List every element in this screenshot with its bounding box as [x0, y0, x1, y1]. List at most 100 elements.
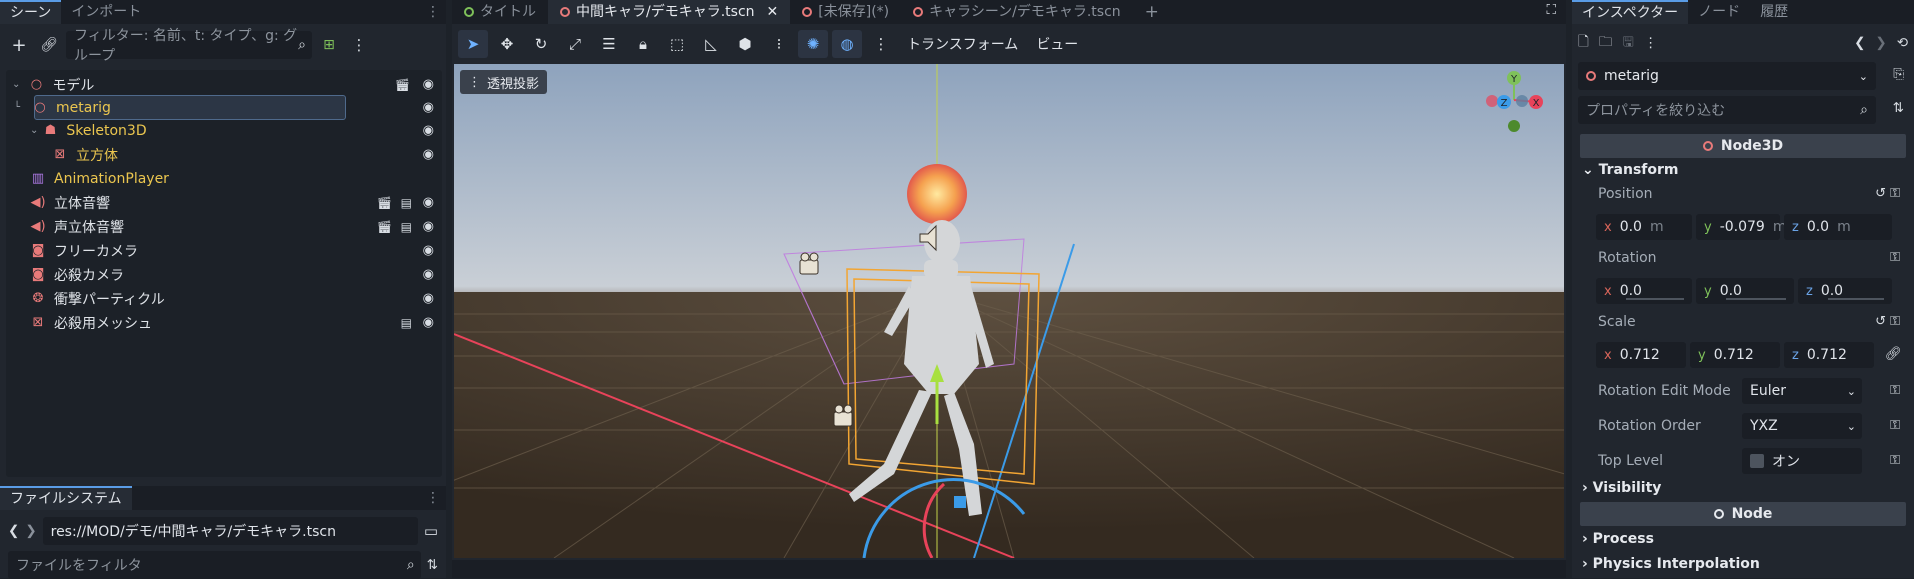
visibility-category[interactable]: › Visibility	[1582, 480, 1661, 496]
keyframe-icon[interactable]: ⚿	[1890, 453, 1900, 468]
3d-viewport[interactable]: ⋮ 透視投影 Y X Z	[454, 64, 1564, 558]
top-level-checkbox[interactable]: オン	[1742, 448, 1862, 474]
open-folder-icon[interactable]: 🗀︎	[1599, 32, 1613, 55]
z-plane-handle[interactable]	[954, 496, 966, 508]
eye-icon[interactable]: ◉	[423, 195, 434, 210]
close-icon[interactable]: ✕	[767, 0, 779, 24]
rotation-slider[interactable]	[1626, 298, 1684, 300]
tab-node[interactable]: ノード	[1688, 0, 1750, 24]
rotation-order-dropdown[interactable]: YXZ ⌄	[1742, 413, 1862, 439]
script-icon[interactable]: ▤	[401, 196, 412, 210]
rotate-tool-icon[interactable]: ↻	[526, 30, 556, 58]
script-icon[interactable]: ▤	[401, 220, 412, 234]
eye-icon[interactable]: ◉	[423, 267, 434, 282]
property-filter-input[interactable]: プロパティを絞り込む ⌕	[1578, 96, 1876, 124]
collapse-arrow-icon[interactable]: ⌄	[30, 125, 38, 136]
history-forward-icon[interactable]: ❯	[1875, 35, 1886, 51]
selectable-list-icon[interactable]: ☰	[594, 30, 624, 58]
layout-toggle-icon[interactable]: ▭	[424, 522, 438, 540]
revert-keyframe-icon[interactable]: ↺ ⚿	[1875, 314, 1900, 329]
environment-preview-icon[interactable]: ◍	[832, 30, 862, 58]
filesystem-path-field[interactable]: res://MOD/デモ/中間キャラ/デモキャラ.tscn	[42, 517, 418, 545]
position-x-field[interactable]: x 0.0 m	[1596, 214, 1692, 240]
scale-y-field[interactable]: y 0.712	[1690, 342, 1780, 368]
position-y-field[interactable]: y -0.079 m	[1696, 214, 1786, 240]
viewport-canvas[interactable]	[454, 64, 1564, 558]
clapperboard-icon[interactable]: 🎬︎	[377, 196, 392, 210]
forward-icon[interactable]: ❯	[25, 523, 36, 539]
eye-icon[interactable]: ◉	[423, 77, 434, 92]
save-icon[interactable]: 🖫︎	[1622, 32, 1634, 55]
keyframe-icon[interactable]: ⚿	[1890, 250, 1900, 265]
tab-history[interactable]: 履歴	[1750, 0, 1798, 24]
rotation-slider[interactable]	[1726, 298, 1786, 300]
eye-icon[interactable]: ◉	[423, 291, 434, 306]
documentation-icon[interactable]: ⎘	[1893, 66, 1904, 82]
sun-preview-icon[interactable]: ✺	[798, 30, 828, 58]
new-resource-icon[interactable]: 🗋︎	[1578, 32, 1589, 55]
scene-filter-input[interactable]: フィルター: 名前、t: タイプ、g: グループ ⌕	[66, 28, 312, 64]
snap-icon[interactable]: ⁝	[764, 30, 794, 58]
move-tool-icon[interactable]: ✥	[492, 30, 522, 58]
distraction-free-icon[interactable]: ⛶	[1547, 2, 1556, 18]
checkbox-box[interactable]	[1750, 454, 1764, 468]
keyframe-icon[interactable]: ⚿	[1890, 383, 1900, 398]
rotation-y-field[interactable]: y 0.0	[1696, 278, 1794, 304]
eye-icon[interactable]: ◉	[423, 123, 434, 138]
ruler-icon[interactable]: ◺	[696, 30, 726, 58]
link-icon[interactable]: 🔗︎	[36, 32, 62, 58]
back-icon[interactable]: ❮	[8, 523, 19, 539]
property-settings-icon[interactable]: ⇅	[1893, 100, 1904, 116]
lock-icon[interactable]: 🔒︎	[628, 30, 658, 58]
local-space-icon[interactable]: ⬢	[730, 30, 760, 58]
scene-menu-icon[interactable]: ⋮	[346, 32, 372, 58]
tab-inspector[interactable]: インスペクター	[1572, 0, 1689, 24]
dock-menu-icon[interactable]: ⋮	[426, 490, 440, 506]
gizmo-neg-z-handle[interactable]	[1516, 95, 1528, 107]
tab-import[interactable]: インポート	[61, 0, 151, 24]
tree-row-special-mesh[interactable]: ⊠ 必殺用メッシュ ▤ ◉	[6, 308, 442, 337]
attach-script-icon[interactable]: ⊞	[316, 32, 342, 58]
view-menu[interactable]: ビュー	[1029, 34, 1085, 54]
file-filter-input[interactable]: ファイルをフィルタ ⌕	[8, 551, 421, 579]
transform-menu[interactable]: トランスフォーム	[900, 34, 1025, 54]
gizmo-neg-y-handle[interactable]	[1508, 120, 1520, 132]
history-back-icon[interactable]: ❮	[1854, 35, 1865, 51]
tab-unsaved[interactable]: [未保存](*)	[790, 0, 901, 24]
perspective-button[interactable]: ⋮ 透視投影	[460, 70, 548, 94]
revert-keyframe-icon[interactable]: ↺ ⚿	[1875, 186, 1900, 201]
sort-icon[interactable]: ⇅	[427, 557, 438, 573]
scale-tool-icon[interactable]: ⤢	[560, 30, 590, 58]
clapperboard-icon[interactable]: 🎬︎	[377, 220, 392, 234]
tab-chara-scene[interactable]: キャラシーン/デモキャラ.tscn	[901, 0, 1133, 24]
eye-icon[interactable]: ◉	[423, 243, 434, 258]
eye-icon[interactable]: ◉	[423, 219, 434, 234]
add-node-icon[interactable]: +	[6, 32, 32, 58]
scale-x-field[interactable]: x 0.712	[1596, 342, 1686, 368]
collapse-arrow-icon[interactable]: ⌄	[12, 79, 20, 90]
add-tab-button[interactable]: +	[1133, 0, 1171, 24]
viewport-menu-icon[interactable]: ⋮	[866, 30, 896, 58]
position-z-field[interactable]: z 0.0 m	[1784, 214, 1892, 240]
tab-filesystem[interactable]: ファイルシステム	[0, 486, 132, 510]
rotation-slider[interactable]	[1828, 298, 1884, 300]
physics-interpolation-category[interactable]: › Physics Interpolation	[1582, 556, 1760, 572]
select-tool-icon[interactable]: ➤	[458, 30, 488, 58]
eye-icon[interactable]: ◉	[423, 315, 434, 330]
object-selector[interactable]: metarig ⌄	[1578, 62, 1876, 90]
rotation-x-field[interactable]: x 0.0	[1596, 278, 1692, 304]
script-icon[interactable]: ▤	[401, 316, 412, 330]
process-category[interactable]: › Process	[1582, 531, 1654, 547]
eye-icon[interactable]: ◉	[423, 147, 434, 162]
group-icon[interactable]: ⬚	[662, 30, 692, 58]
rotation-edit-mode-dropdown[interactable]: Euler ⌄	[1742, 378, 1862, 404]
orientation-gizmo[interactable]: Y X Z	[1482, 68, 1548, 134]
rotation-z-field[interactable]: z 0.0	[1798, 278, 1892, 304]
dock-menu-icon[interactable]: ⋮	[426, 4, 440, 20]
tab-title-scene[interactable]: タイトル	[452, 0, 548, 24]
eye-icon[interactable]: ◉	[423, 100, 434, 115]
scale-z-field[interactable]: z 0.712	[1784, 342, 1874, 368]
keyframe-icon[interactable]: ⚿	[1890, 418, 1900, 433]
transform-category[interactable]: ⌄ Transform	[1582, 162, 1678, 178]
clapperboard-icon[interactable]: 🎬︎	[395, 78, 410, 92]
